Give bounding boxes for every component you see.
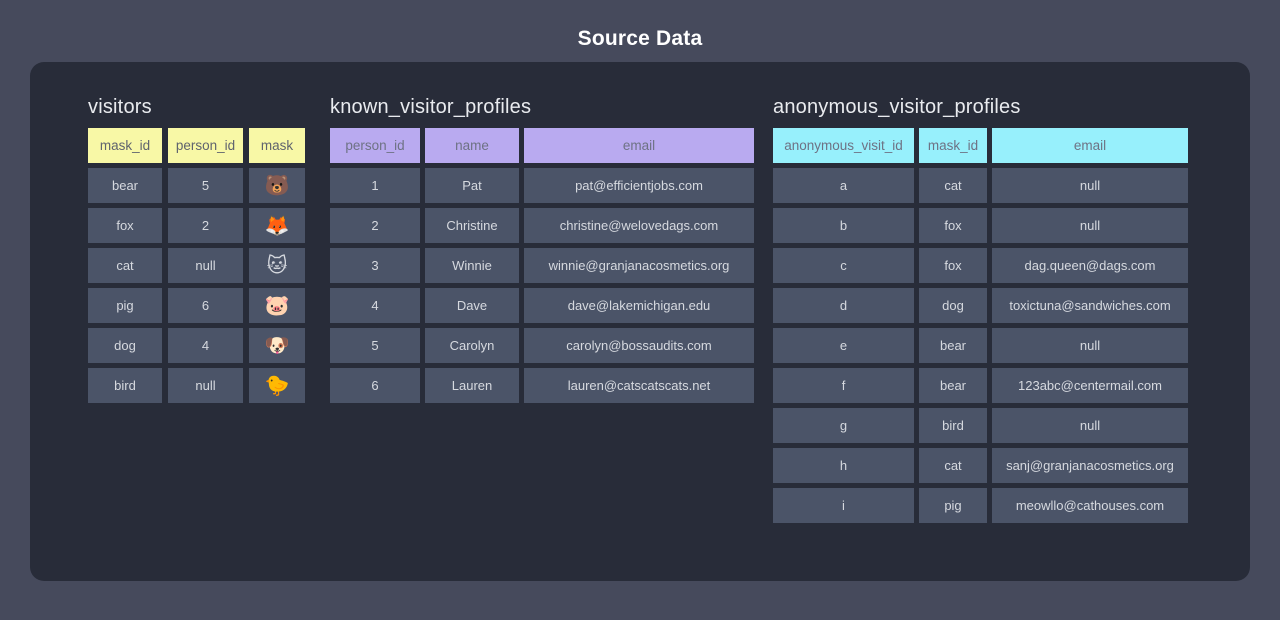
cell-person_id-row1: 2 <box>330 208 420 243</box>
cell-mask_id-row0: bear <box>88 168 162 203</box>
cell-mask_id-row7: cat <box>919 448 987 483</box>
table-anonymous-visitor-profiles: anonymous_visitor_profiles anonymous_vis… <box>773 96 1188 523</box>
cell-email-row6: null <box>992 408 1188 443</box>
cell-person_id-row0: 1 <box>330 168 420 203</box>
cell-email-row4: carolyn@bossaudits.com <box>524 328 754 363</box>
cell-email-row4: null <box>992 328 1188 363</box>
cell-mask_id-row3: dog <box>919 288 987 323</box>
cell-person_id-row2: 3 <box>330 248 420 283</box>
cell-mask_id-row5: bear <box>919 368 987 403</box>
table-visitors: visitors mask_idperson_idmask bear5🐻 fox2🦊… <box>88 96 305 403</box>
cell-email-row0: pat@efficientjobs.com <box>524 168 754 203</box>
cell-mask_id-row8: pig <box>919 488 987 523</box>
cell-name-row5: Lauren <box>425 368 519 403</box>
cell-email-row2: dag.queen@dags.com <box>992 248 1188 283</box>
cell-mask_id-row0: cat <box>919 168 987 203</box>
column-header-email: email <box>524 128 754 163</box>
cell-name-row4: Carolyn <box>425 328 519 363</box>
cell-email-row0: null <box>992 168 1188 203</box>
cell-person_id-row0: 5 <box>168 168 243 203</box>
column-header-mask_id: mask_id <box>88 128 162 163</box>
column-header-mask: mask <box>249 128 305 163</box>
cell-person_id-row4: 5 <box>330 328 420 363</box>
cell-anonymous_visit_id-row0: a <box>773 168 914 203</box>
cell-name-row2: Winnie <box>425 248 519 283</box>
table-title-anonymous-visitor-profiles: anonymous_visitor_profiles <box>773 96 1188 118</box>
cell-mask_id-row2: cat <box>88 248 162 283</box>
cell-email-row3: toxictuna@sandwiches.com <box>992 288 1188 323</box>
cell-email-row5: lauren@catscatscats.net <box>524 368 754 403</box>
column-header-person_id: person_id <box>330 128 420 163</box>
cell-anonymous_visit_id-row1: b <box>773 208 914 243</box>
cell-email-row8: meowllo@cathouses.com <box>992 488 1188 523</box>
cell-anonymous_visit_id-row6: g <box>773 408 914 443</box>
source-data-panel: visitors mask_idperson_idmaskbear5🐻fox2🦊… <box>30 62 1250 581</box>
table-grid-known-visitor-profiles: person_idnameemail 1Patpat@efficientjobs.… <box>330 128 754 403</box>
page-title: Source Data <box>0 27 1280 51</box>
mask-emoji-cell: 🐤 <box>249 368 305 403</box>
cell-mask_id-row4: dog <box>88 328 162 363</box>
cell-email-row1: null <box>992 208 1188 243</box>
mask-emoji-cell: 🐻 <box>249 168 305 203</box>
cell-anonymous_visit_id-row2: c <box>773 248 914 283</box>
column-header-anonymous_visit_id: anonymous_visit_id <box>773 128 914 163</box>
cell-anonymous_visit_id-row8: i <box>773 488 914 523</box>
column-header-mask_id: mask_id <box>919 128 987 163</box>
column-header-email: email <box>992 128 1188 163</box>
cell-email-row2: winnie@granjanacosmetics.org <box>524 248 754 283</box>
cell-person_id-row5: 6 <box>330 368 420 403</box>
cell-anonymous_visit_id-row5: f <box>773 368 914 403</box>
cell-name-row0: Pat <box>425 168 519 203</box>
cell-person_id-row2: null <box>168 248 243 283</box>
cell-anonymous_visit_id-row3: d <box>773 288 914 323</box>
table-grid-visitors: mask_idperson_idmaskbear5🐻fox2🦊catnull🐱p… <box>88 128 305 403</box>
table-grid-anonymous-visitor-profiles: anonymous_visit_idmask_idemailacatnullbf… <box>773 128 1188 523</box>
mask-emoji-cell: 🐶 <box>249 328 305 363</box>
cell-person_id-row4: 4 <box>168 328 243 363</box>
cell-email-row1: christine@welovedags.com <box>524 208 754 243</box>
cell-mask_id-row4: bear <box>919 328 987 363</box>
cell-mask_id-row6: bird <box>919 408 987 443</box>
cell-person_id-row5: null <box>168 368 243 403</box>
cell-email-row5: 123abc@centermail.com <box>992 368 1188 403</box>
table-title-known-visitor-profiles: known_visitor_profiles <box>330 96 754 118</box>
cell-person_id-row3: 4 <box>330 288 420 323</box>
cell-anonymous_visit_id-row4: e <box>773 328 914 363</box>
mask-emoji-cell: 🐱 <box>249 248 305 283</box>
mask-emoji-cell: 🦊 <box>249 208 305 243</box>
cell-mask_id-row1: fox <box>88 208 162 243</box>
cell-email-row7: sanj@granjanacosmetics.org <box>992 448 1188 483</box>
cell-name-row3: Dave <box>425 288 519 323</box>
cell-person_id-row3: 6 <box>168 288 243 323</box>
table-title-visitors: visitors <box>88 96 305 118</box>
cell-name-row1: Christine <box>425 208 519 243</box>
column-header-name: name <box>425 128 519 163</box>
cell-mask_id-row5: bird <box>88 368 162 403</box>
cell-mask_id-row2: fox <box>919 248 987 283</box>
cell-person_id-row1: 2 <box>168 208 243 243</box>
column-header-person_id: person_id <box>168 128 243 163</box>
cell-mask_id-row3: pig <box>88 288 162 323</box>
table-known-visitor-profiles: known_visitor_profiles person_idnameemai… <box>330 96 754 403</box>
cell-email-row3: dave@lakemichigan.edu <box>524 288 754 323</box>
cell-anonymous_visit_id-row7: h <box>773 448 914 483</box>
cell-mask_id-row1: fox <box>919 208 987 243</box>
mask-emoji-cell: 🐷 <box>249 288 305 323</box>
